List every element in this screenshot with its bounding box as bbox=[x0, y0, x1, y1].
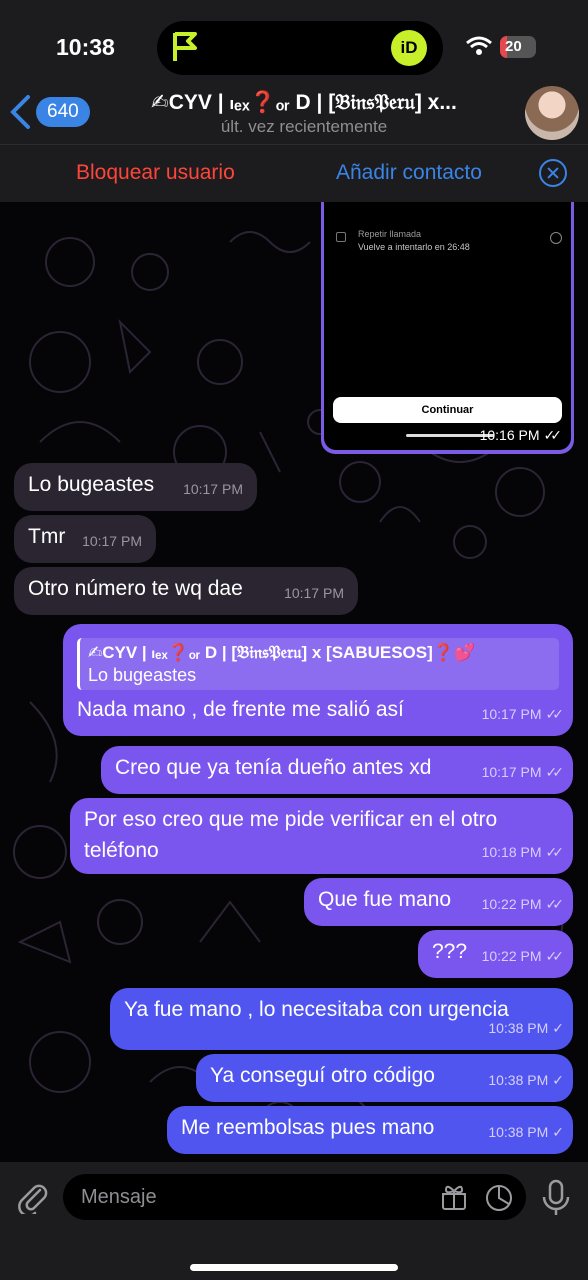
retry-call-title: Repetir llamada bbox=[358, 229, 422, 239]
add-contact-button[interactable]: Añadir contacto bbox=[336, 161, 482, 185]
id-app-icon: iD bbox=[391, 30, 427, 66]
message-time: 10:16 PM ✓✓ bbox=[479, 427, 563, 444]
message-bubble-out[interactable]: Me reembolsas pues mano 10:38 PM ✓ bbox=[167, 1106, 573, 1154]
chat-title[interactable]: ✍︎CYV | ₗₑₓ❓ₒᵣ D | [𝔅𝔦𝔫𝔰𝔓𝔢𝔯𝔲] x... bbox=[108, 90, 500, 115]
message-time: 10:17 PM bbox=[183, 481, 243, 497]
message-text: Ya fue mano , lo necesitaba con urgencia bbox=[124, 998, 509, 1021]
gift-icon[interactable] bbox=[440, 1184, 468, 1212]
message-bubble-out[interactable]: ??? 10:22 PM ✓✓ bbox=[418, 930, 573, 978]
message-time: 10:18 PM ✓✓ bbox=[481, 837, 565, 868]
message-text: Tmr bbox=[28, 525, 66, 548]
message-bubble-out[interactable]: Que fue mano 10:22 PM ✓✓ bbox=[304, 878, 573, 926]
message-time: 10:22 PM ✓✓ bbox=[481, 889, 565, 920]
back-button[interactable]: 640 bbox=[8, 94, 90, 130]
read-ticks-icon: ✓✓ bbox=[545, 948, 565, 964]
battery-indicator: 20 bbox=[500, 36, 536, 58]
message-bubble-in[interactable]: Otro número te wq dae 10:17 PM bbox=[14, 567, 358, 615]
wifi-icon bbox=[466, 36, 492, 55]
chat-area[interactable]: Repetir llamada Vuelve a intentarlo en 2… bbox=[0, 202, 588, 1162]
time-text: 10:38 PM bbox=[488, 1072, 549, 1088]
chat-header: 640 ✍︎CYV | ₗₑₓ❓ₒᵣ D | [𝔅𝔦𝔫𝔰𝔓𝔢𝔯𝔲] x... ú… bbox=[0, 82, 588, 144]
sticker-icon[interactable] bbox=[485, 1184, 513, 1212]
unread-count-badge: 640 bbox=[36, 97, 90, 127]
screenshot-image-message[interactable]: Repetir llamada Vuelve a intentarlo en 2… bbox=[321, 202, 574, 454]
flag-icon bbox=[173, 32, 197, 61]
message-bubble-out[interactable]: Por eso creo que me pide verificar en el… bbox=[70, 798, 573, 874]
contact-actions-bar: Bloquear usuario Añadir contacto bbox=[0, 144, 588, 202]
microphone-icon[interactable] bbox=[541, 1179, 571, 1217]
message-text: Otro número te wq dae bbox=[28, 577, 243, 600]
message-bubble-out[interactable]: Ya fue mano , lo necesitaba con urgencia… bbox=[110, 988, 573, 1050]
time-text: 10:22 PM bbox=[481, 948, 542, 964]
time-text: 10:38 PM bbox=[488, 1020, 549, 1036]
message-time: 10:17 PM bbox=[284, 585, 344, 601]
continue-button-in-screenshot: Continuar bbox=[333, 397, 562, 423]
message-time: 10:38 PM ✓ bbox=[488, 1013, 564, 1044]
sent-tick-icon: ✓ bbox=[552, 1124, 564, 1140]
close-icon[interactable] bbox=[539, 159, 567, 187]
block-user-button[interactable]: Bloquear usuario bbox=[76, 161, 235, 185]
message-input-bar: Mensaje bbox=[0, 1162, 588, 1280]
time-text: 10:17 PM bbox=[481, 706, 542, 722]
last-seen-status: últ. vez recientemente bbox=[220, 117, 388, 136]
reply-text: Lo bugeastes bbox=[88, 665, 197, 685]
message-time: 10:22 PM ✓✓ bbox=[481, 941, 565, 972]
message-text: Ya conseguí otro código bbox=[210, 1064, 435, 1087]
message-text: Nada mano , de frente me salió así bbox=[77, 698, 404, 721]
message-text: ??? bbox=[432, 940, 468, 963]
sent-tick-icon: ✓ bbox=[552, 1020, 564, 1036]
read-ticks-icon: ✓✓ bbox=[545, 764, 565, 780]
message-bubble-out[interactable]: Creo que ya tenía dueño antes xd 10:17 P… bbox=[101, 746, 573, 794]
time-text: 10:22 PM bbox=[481, 896, 542, 912]
message-text: Lo bugeastes bbox=[28, 473, 155, 496]
reply-author: ✍︎CYV | ₗₑₓ❓ₒᵣ D | [𝔅𝔦𝔫𝔰𝔓𝔢𝔯𝔲] x [SABUESO… bbox=[88, 643, 476, 662]
message-text: Por eso creo que me pide verificar en el… bbox=[84, 808, 498, 862]
message-input[interactable]: Mensaje bbox=[63, 1174, 526, 1220]
message-time: 10:38 PM ✓ bbox=[488, 1065, 564, 1096]
message-bubble-out[interactable]: Ya conseguí otro código 10:38 PM ✓ bbox=[196, 1054, 573, 1102]
time-text: 10:18 PM bbox=[481, 844, 542, 860]
message-text: Me reembolsas pues mano bbox=[181, 1116, 435, 1139]
message-bubble-in[interactable]: Lo bugeastes 10:17 PM bbox=[14, 463, 257, 511]
message-time: 10:38 PM ✓ bbox=[488, 1117, 564, 1148]
radio-icon bbox=[550, 232, 562, 244]
sent-tick-icon: ✓ bbox=[552, 1072, 564, 1088]
message-placeholder: Mensaje bbox=[81, 1186, 157, 1208]
retry-call-countdown: Vuelve a intentarlo en 26:48 bbox=[358, 242, 470, 252]
home-indicator bbox=[190, 1264, 398, 1271]
time-text: 10:16 PM bbox=[479, 427, 540, 443]
battery-percent: 20 bbox=[505, 38, 522, 55]
status-bar: 10:38 iD 20 bbox=[0, 0, 588, 92]
message-text: Creo que ya tenía dueño antes xd bbox=[115, 756, 432, 779]
screenshot-content: Repetir llamada Vuelve a intentarlo en 2… bbox=[324, 202, 571, 450]
read-ticks-icon: ✓✓ bbox=[545, 706, 565, 722]
message-text: Que fue mano bbox=[318, 888, 452, 911]
phone-icon bbox=[336, 232, 346, 242]
avatar[interactable] bbox=[525, 86, 579, 140]
read-ticks-icon: ✓✓ bbox=[543, 427, 563, 443]
read-ticks-icon: ✓✓ bbox=[545, 844, 565, 860]
attach-icon[interactable] bbox=[16, 1180, 48, 1214]
dynamic-island: iD bbox=[157, 21, 443, 75]
reply-quote[interactable]: ✍︎CYV | ₗₑₓ❓ₒᵣ D | [𝔅𝔦𝔫𝔰𝔓𝔢𝔯𝔲] x [SABUESO… bbox=[77, 638, 559, 690]
chevron-left-icon bbox=[10, 95, 30, 129]
time-text: 10:38 PM bbox=[488, 1124, 549, 1140]
message-bubble-in[interactable]: Tmr 10:17 PM bbox=[14, 515, 156, 563]
message-time: 10:17 PM bbox=[82, 533, 142, 549]
message-time: 10:17 PM ✓✓ bbox=[481, 699, 565, 730]
message-bubble-out-reply[interactable]: ✍︎CYV | ₗₑₓ❓ₒᵣ D | [𝔅𝔦𝔫𝔰𝔓𝔢𝔯𝔲] x [SABUESO… bbox=[63, 624, 573, 736]
read-ticks-icon: ✓✓ bbox=[545, 896, 565, 912]
message-time: 10:17 PM ✓✓ bbox=[481, 757, 565, 788]
time-text: 10:17 PM bbox=[481, 764, 542, 780]
clock: 10:38 bbox=[56, 34, 115, 60]
